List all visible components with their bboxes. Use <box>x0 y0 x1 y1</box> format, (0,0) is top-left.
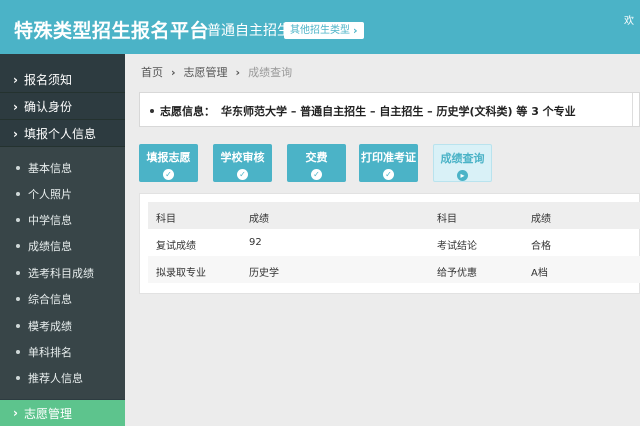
breadcrumb-home[interactable]: 首页 <box>141 64 163 80</box>
chevron-right-icon: › <box>353 24 358 37</box>
table-cell: 合格 <box>531 241 551 252</box>
sidebar-item-label: 填报个人信息 <box>23 127 96 141</box>
chevron-right-icon: › <box>171 65 176 79</box>
sidebar-item-label: 报名须知 <box>23 73 72 87</box>
step-label: 打印准考证 <box>361 151 416 164</box>
submenu-item-label: 推荐人信息 <box>28 372 83 385</box>
step-fill-application[interactable]: 填报志愿 ✓ <box>139 144 198 182</box>
submenu-item-label: 单科排名 <box>28 346 72 359</box>
column-header: 成绩 <box>249 214 269 225</box>
table-cell: A档 <box>531 268 548 279</box>
submenu-item-label: 基本信息 <box>28 162 72 175</box>
submenu-item-label: 模考成绩 <box>28 320 72 333</box>
table-row: 拟录取专业 历史学 给予优惠 A档 <box>148 256 640 283</box>
chevron-right-icon: › <box>13 99 18 114</box>
bullet-icon <box>16 376 20 380</box>
submenu-item-label: 个人照片 <box>28 188 72 201</box>
submenu-item-basic-info[interactable]: 基本信息 <box>0 155 125 181</box>
play-icon: ▸ <box>457 170 468 181</box>
column-header: 科目 <box>437 214 457 225</box>
table-cell: 92 <box>249 237 262 248</box>
submenu-item-general-info[interactable]: 综合信息 <box>0 286 125 312</box>
sidebar-item-personal-info[interactable]: › 填报个人信息 <box>0 121 125 147</box>
sidebar-item-label: 志愿管理 <box>23 406 72 421</box>
breadcrumb: 首页 › 志愿管理 › 成绩查询 <box>141 64 292 80</box>
bullet-icon <box>16 166 20 170</box>
check-icon: ✓ <box>383 169 394 180</box>
application-info-box: 志愿信息： 华东师范大学 – 普通自主招生 – 自主招生 – 历史学(文科类) … <box>139 92 640 127</box>
check-icon: ✓ <box>163 169 174 180</box>
step-label: 成绩查询 <box>440 152 485 165</box>
bullet-icon <box>150 109 154 113</box>
step-label: 学校审核 <box>220 151 265 164</box>
chevron-right-icon: › <box>13 406 18 420</box>
step-school-review[interactable]: 学校审核 ✓ <box>213 144 272 182</box>
column-header: 成绩 <box>531 214 551 225</box>
sidebar-item-notice[interactable]: › 报名须知 <box>0 67 125 93</box>
bullet-icon <box>16 244 20 248</box>
submenu-item-mock-scores[interactable]: 模考成绩 <box>0 313 125 339</box>
submenu-item-school-info[interactable]: 中学信息 <box>0 207 125 233</box>
other-type-button[interactable]: 其他招生类型 › <box>284 22 364 39</box>
table-row: 复试成绩 92 考试结论 合格 <box>148 229 640 256</box>
sidebar-item-confirm-identity[interactable]: › 确认身份 <box>0 94 125 120</box>
column-header: 科目 <box>156 214 176 225</box>
table-cell: 考试结论 <box>437 241 477 252</box>
bullet-icon <box>16 271 20 275</box>
bullet-icon <box>16 350 20 354</box>
step-score-query[interactable]: 成绩查询 ▸ <box>433 144 492 182</box>
chevron-right-icon: › <box>13 72 18 87</box>
step-payment[interactable]: 交费 ✓ <box>287 144 346 182</box>
step-label: 填报志愿 <box>146 151 191 164</box>
table-cell: 历史学 <box>249 268 279 279</box>
breadcrumb-application[interactable]: 志愿管理 <box>184 64 228 80</box>
breadcrumb-current: 成绩查询 <box>248 66 293 79</box>
table-cell: 给予优惠 <box>437 268 477 279</box>
other-type-label: 其他招生类型 <box>290 25 350 36</box>
submenu-item-label: 成绩信息 <box>28 240 72 253</box>
app-title: 特殊类型招生报名平台 <box>14 20 210 42</box>
submenu-item-elective-scores[interactable]: 选考科目成绩 <box>0 260 125 286</box>
table-cell: 拟录取专业 <box>156 268 206 279</box>
submenu-item-photo[interactable]: 个人照片 <box>0 181 125 207</box>
info-value: 华东师范大学 – 普通自主招生 – 自主招生 – 历史学(文科类) 等 3 个专… <box>221 105 576 118</box>
submenu-item-label: 中学信息 <box>28 214 72 227</box>
step-print-admission[interactable]: 打印准考证 ✓ <box>359 144 418 182</box>
bullet-icon <box>16 192 20 196</box>
bullet-icon <box>16 218 20 222</box>
score-table: 科目 成绩 科目 成绩 复试成绩 92 考试结论 合格 拟录取专业 历史学 给予… <box>139 193 640 294</box>
table-cell: 复试成绩 <box>156 241 196 252</box>
submenu-item-referee-info[interactable]: 推荐人信息 <box>0 365 125 391</box>
check-icon: ✓ <box>311 169 322 180</box>
table-header: 科目 成绩 科目 成绩 <box>148 202 640 229</box>
submenu-item-subject-rank[interactable]: 单科排名 <box>0 339 125 365</box>
step-label: 交费 <box>305 151 328 164</box>
sidebar-submenu: 基本信息 个人照片 中学信息 成绩信息 选考科目成绩 综合信息 模考成绩 单科排… <box>0 147 125 399</box>
chevron-right-icon: › <box>13 126 18 141</box>
info-label: 志愿信息： <box>160 105 215 118</box>
recruit-type-label: 普通自主招生 <box>207 23 291 39</box>
sidebar-item-application-management[interactable]: › 志愿管理 <box>0 400 125 426</box>
sidebar-item-label: 确认身份 <box>23 100 72 114</box>
check-icon: ✓ <box>237 169 248 180</box>
bullet-icon <box>16 324 20 328</box>
bullet-icon <box>16 297 20 301</box>
chevron-right-icon: › <box>235 65 241 79</box>
submenu-item-label: 综合信息 <box>28 293 72 306</box>
divider <box>632 93 633 126</box>
top-header: 特殊类型招生报名平台 普通自主招生 其他招生类型 › 欢 <box>0 0 640 54</box>
welcome-text: 欢 <box>624 16 634 27</box>
submenu-item-label: 选考科目成绩 <box>28 267 94 280</box>
submenu-item-scores[interactable]: 成绩信息 <box>0 233 125 259</box>
